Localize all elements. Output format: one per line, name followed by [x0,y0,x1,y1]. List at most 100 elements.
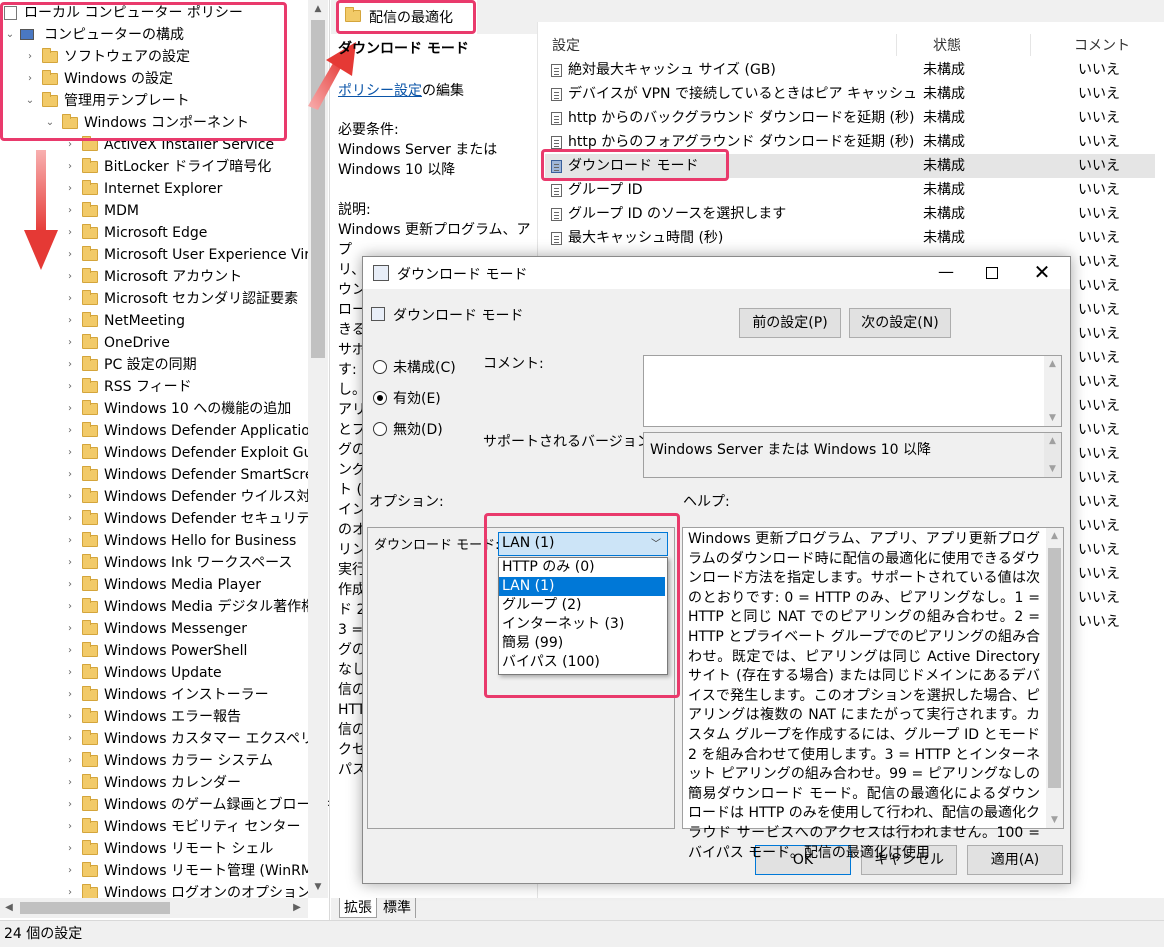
close-icon[interactable]: ✕ [1019,257,1065,289]
previous-setting-button[interactable]: 前の設定(P) [739,308,841,338]
comment-textarea[interactable]: ▲ ▼ [643,355,1062,427]
tab-extended[interactable]: 拡張 [339,898,377,918]
radio-not-configured-label[interactable]: 未構成(C) [393,357,456,377]
tree-hscroll-thumb[interactable] [20,902,170,914]
tree-item[interactable]: › Windows エラー報告 [0,706,308,728]
tree-item[interactable]: › Microsoft セカンダリ認証要素 [0,288,308,310]
supported-scrollbar[interactable]: ▲ ▼ [1044,433,1061,477]
tree-item[interactable]: › Windows 10 への機能の追加 [0,398,308,420]
radio-disabled[interactable] [373,422,387,436]
policy-row[interactable]: グループ ID のソースを選択します 未構成 いいえ [545,202,1155,226]
chevron-right-icon[interactable]: › [64,442,76,464]
tree-item[interactable]: › Windows Hello for Business [0,530,308,552]
tree-item[interactable]: › NetMeeting [0,310,308,332]
chevron-right-icon[interactable]: › [64,860,76,882]
chevron-right-icon[interactable]: › [64,420,76,442]
column-header-comment[interactable]: コメント [1074,36,1130,56]
tree-item[interactable]: › Windows Defender ウイルス対策 [0,486,324,508]
supported-versions-value: Windows Server または Windows 10 以降 [650,442,931,458]
tree-item[interactable]: › Windows Defender Application [0,420,319,442]
chevron-right-icon[interactable]: › [64,508,76,530]
tree-item[interactable]: › Windows Messenger [0,618,308,640]
chevron-right-icon[interactable]: › [64,530,76,552]
chevron-right-icon[interactable]: › [64,574,76,596]
minimize-icon[interactable]: — [923,257,969,289]
tree-item[interactable]: › Windows Defender セキュリティ セ [0,508,329,530]
tab-standard[interactable]: 標準 [379,898,416,918]
chevron-right-icon[interactable]: › [64,684,76,706]
tree-item[interactable]: › Windows Ink ワークスペース [0,552,308,574]
tree-item[interactable]: › Windows インストーラー [0,684,308,706]
chevron-right-icon[interactable]: › [64,288,76,310]
chevron-right-icon[interactable]: › [64,750,76,772]
tree-item[interactable]: › RSS フィード [0,376,308,398]
radio-not-configured[interactable] [373,360,387,374]
folder-icon [82,576,98,591]
help-scrollbar[interactable]: ▲ ▼ [1046,528,1063,828]
scroll-left-arrow-icon[interactable]: ◀ [0,898,18,918]
chevron-right-icon[interactable]: › [64,728,76,750]
folder-icon [82,378,98,393]
chevron-right-icon[interactable]: › [64,354,76,376]
chevron-right-icon[interactable]: › [64,222,76,244]
policy-row[interactable]: 絶対最大キャッシュ サイズ (GB) 未構成 いいえ [545,58,1155,82]
tree-vertical-scrollbar[interactable]: ▲ ▼ [308,0,328,898]
scroll-right-arrow-icon[interactable]: ▶ [288,898,306,918]
tree-item[interactable]: › Windows Media Player [0,574,308,596]
chevron-right-icon[interactable]: › [64,266,76,288]
chevron-right-icon[interactable]: › [64,706,76,728]
tree-item[interactable]: › PC 設定の同期 [0,354,308,376]
folder-icon [82,840,98,855]
tree-item[interactable]: › Windows Media デジタル著作権 [0,596,315,618]
scroll-up-arrow-icon[interactable]: ▲ [308,0,328,18]
tree-item[interactable]: › Windows Defender Exploit Gua [0,442,321,464]
chevron-right-icon[interactable]: › [64,618,76,640]
scroll-down-arrow-icon[interactable]: ▼ [308,878,328,896]
radio-enabled[interactable] [373,391,387,405]
policy-row[interactable]: デバイスが VPN で接続しているときはピア キャッシュを... 未構成 いいえ [545,82,1155,106]
tree-item[interactable]: › Windows Update [0,662,308,684]
policy-row[interactable]: 最大キャッシュ時間 (秒) 未構成 いいえ [545,226,1155,250]
column-header-state[interactable]: 状態 [933,36,961,56]
tree-horizontal-scrollbar[interactable]: ◀ ▶ [0,898,308,918]
next-setting-button[interactable]: 次の設定(N) [849,308,951,338]
chevron-right-icon[interactable]: › [64,332,76,354]
tree-item[interactable]: › Windows モビリティ センター [0,816,308,838]
radio-disabled-label[interactable]: 無効(D) [393,419,443,439]
tree-item[interactable]: › Windows リモート管理 (WinRM) [0,860,318,882]
chevron-right-icon[interactable]: › [64,794,76,816]
comment-scrollbar[interactable]: ▲ ▼ [1044,356,1061,426]
help-scroll-thumb[interactable] [1048,548,1061,788]
chevron-right-icon[interactable]: › [64,244,76,266]
chevron-right-icon[interactable]: › [64,816,76,838]
chevron-right-icon[interactable]: › [64,156,76,178]
chevron-right-icon[interactable]: › [64,376,76,398]
tree-item-label: Windows Defender セキュリティ セ [104,511,330,527]
maximize-icon[interactable] [969,257,1015,289]
chevron-right-icon[interactable]: › [64,772,76,794]
chevron-right-icon[interactable]: › [64,178,76,200]
chevron-right-icon[interactable]: › [64,596,76,618]
tree-item[interactable]: › Windows カスタマー エクスペリエン [0,728,329,750]
chevron-right-icon[interactable]: › [64,486,76,508]
tree-item[interactable]: › Windows リモート シェル [0,838,308,860]
chevron-right-icon[interactable]: › [64,200,76,222]
policy-row[interactable]: http からのバックグラウンド ダウンロードを延期 (秒) 未構成 いいえ [545,106,1155,130]
chevron-right-icon[interactable]: › [64,838,76,860]
chevron-right-icon[interactable]: › [64,662,76,684]
tree-item[interactable]: › Windows カレンダー [0,772,308,794]
tree-item[interactable]: › Windows Defender SmartScree [0,464,322,486]
chevron-right-icon[interactable]: › [64,640,76,662]
radio-enabled-label[interactable]: 有効(E) [393,388,441,408]
column-header-setting[interactable]: 設定 [552,36,580,56]
tree-item[interactable]: › Windows のゲーム録画とブロードキ [0,794,329,816]
edit-policy-link[interactable]: ポリシー設定 [338,83,422,99]
tree-item[interactable]: › Windows PowerShell [0,640,308,662]
chevron-right-icon[interactable]: › [64,310,76,332]
tree-item[interactable]: › Windows カラー システム [0,750,308,772]
chevron-right-icon[interactable]: › [64,464,76,486]
chevron-right-icon[interactable]: › [64,552,76,574]
policy-row[interactable]: グループ ID 未構成 いいえ [545,178,1155,202]
chevron-right-icon[interactable]: › [64,398,76,420]
tree-item[interactable]: › OneDrive [0,332,308,354]
